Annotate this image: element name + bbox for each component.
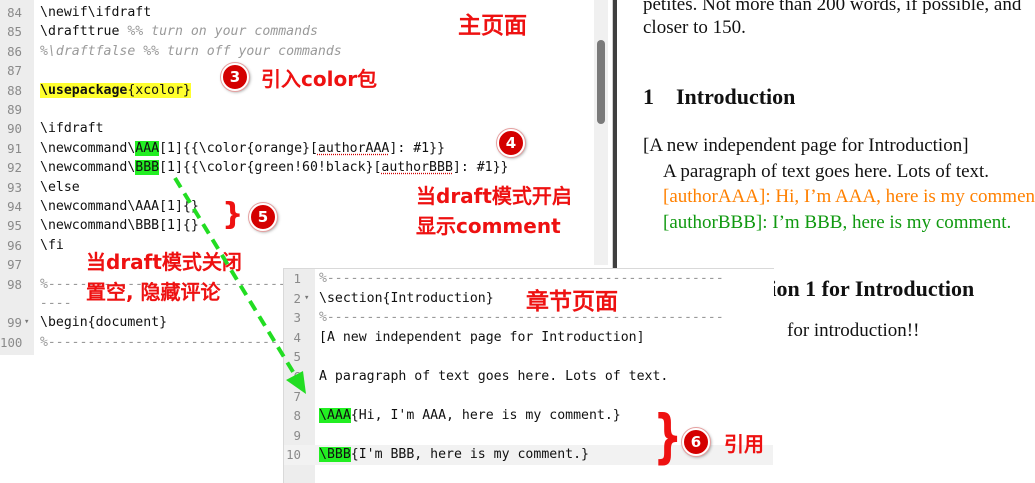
green-dashed-arrow-icon (173, 176, 306, 394)
